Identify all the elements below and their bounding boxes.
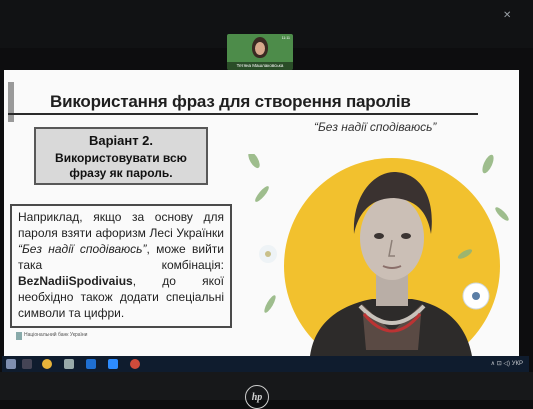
hp-logo-icon: hp [245,385,269,409]
slide-side-accent [8,82,14,122]
variant-box: Варіант 2. Використовувати всю фразу як … [34,127,208,185]
start-icon[interactable] [6,359,16,369]
participant-avatar [252,37,268,58]
paint-icon[interactable] [130,359,140,369]
participant-name: Тетяна Машлаковська [227,62,293,70]
example-quote: “Без надії сподіваюсь” [18,242,147,256]
bank-logo-text: Національний банк України [24,332,88,338]
example-text-1: Наприклад, якщо за основу для пароля взя… [18,210,224,240]
title-underline [8,113,478,115]
taskbar: ∧ ⊡ ◁) УКР [2,356,529,372]
slide-title: Використання фраз для створення паролів [50,92,411,111]
variant-heading: Варіант 2. [88,133,154,148]
participant-badge: 11:11 [281,36,290,40]
settings-icon[interactable] [64,359,74,369]
search-icon[interactable] [22,359,32,369]
example-text-box: Наприклад, якщо за основу для пароля взя… [10,204,232,328]
bank-emblem-icon [16,332,22,340]
example-combination: BezNadiiSpodivaius [18,274,133,288]
outlook-icon[interactable] [86,359,96,369]
slide-quote: “Без надії сподіваюсь” [314,120,437,134]
close-icon[interactable]: ✕ [503,10,511,21]
portrait-illustration [248,154,509,356]
tray-status[interactable]: ∧ ⊡ ◁) УКР [491,360,523,367]
zoom-icon[interactable] [108,359,118,369]
participant-video-tile[interactable]: 11:11 Тетяна Машлаковська [227,34,293,70]
chrome-icon[interactable] [42,359,52,369]
presentation-slide: Використання фраз для створення паролів … [4,70,519,356]
bank-logo: Національний банк України [16,332,87,340]
variant-text: Використовувати всю фразу як пароль. [55,151,187,180]
